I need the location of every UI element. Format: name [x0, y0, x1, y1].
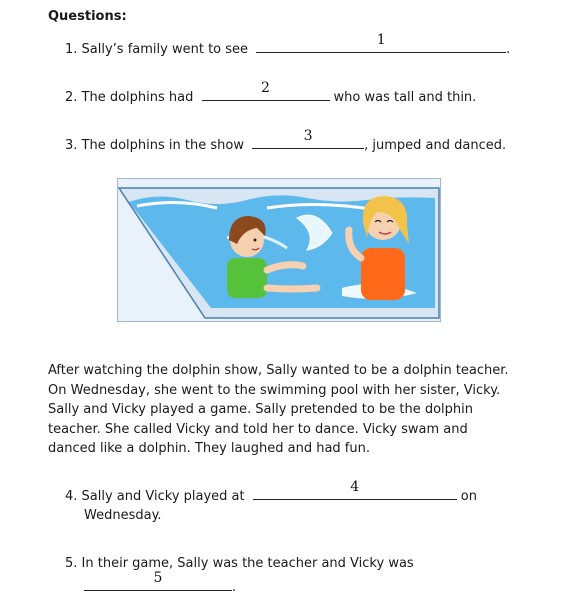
- question-2-text: 2. The dolphins had: [65, 90, 194, 105]
- question-3-text: 3. The dolphins in the show: [65, 138, 244, 153]
- question-3-end: , jumped and danced.: [364, 138, 507, 153]
- questions-heading: Questions:: [48, 9, 127, 24]
- swimming-pool-illustration: [117, 178, 441, 322]
- question-4-end: on: [460, 489, 477, 504]
- question-4-line2: Wednesday.: [84, 508, 162, 523]
- answer-blank-4[interactable]: 4: [252, 479, 457, 500]
- answer-blank-5[interactable]: 5: [84, 570, 232, 591]
- question-5-line2: 5 .: [84, 570, 237, 598]
- answer-number-4: 4: [350, 479, 360, 495]
- question-5-end: .: [232, 580, 237, 595]
- question-1-end: .: [506, 42, 511, 57]
- question-3: 3. The dolphins in the show 3 , jumped a…: [65, 128, 507, 156]
- question-4-text: 4. Sally and Vicky played at: [65, 489, 245, 504]
- question-2: 2. The dolphins had 2 who was tall and t…: [65, 80, 477, 108]
- answer-blank-2[interactable]: 2: [201, 80, 330, 101]
- story-passage: After watching the dolphin show, Sally w…: [48, 363, 509, 456]
- answer-number-1: 1: [376, 32, 386, 48]
- question-1-text: 1. Sally’s family went to see: [65, 42, 249, 57]
- question-1: 1. Sally’s family went to see 1 .: [65, 32, 511, 60]
- answer-blank-1[interactable]: 1: [256, 32, 507, 53]
- question-2-end: who was tall and thin.: [333, 90, 477, 105]
- question-4: 4. Sally and Vicky played at 4 on: [65, 479, 477, 507]
- answer-number-5: 5: [153, 570, 163, 586]
- answer-blank-3[interactable]: 3: [252, 128, 365, 149]
- answer-number-2: 2: [261, 80, 270, 96]
- answer-number-3: 3: [303, 128, 313, 144]
